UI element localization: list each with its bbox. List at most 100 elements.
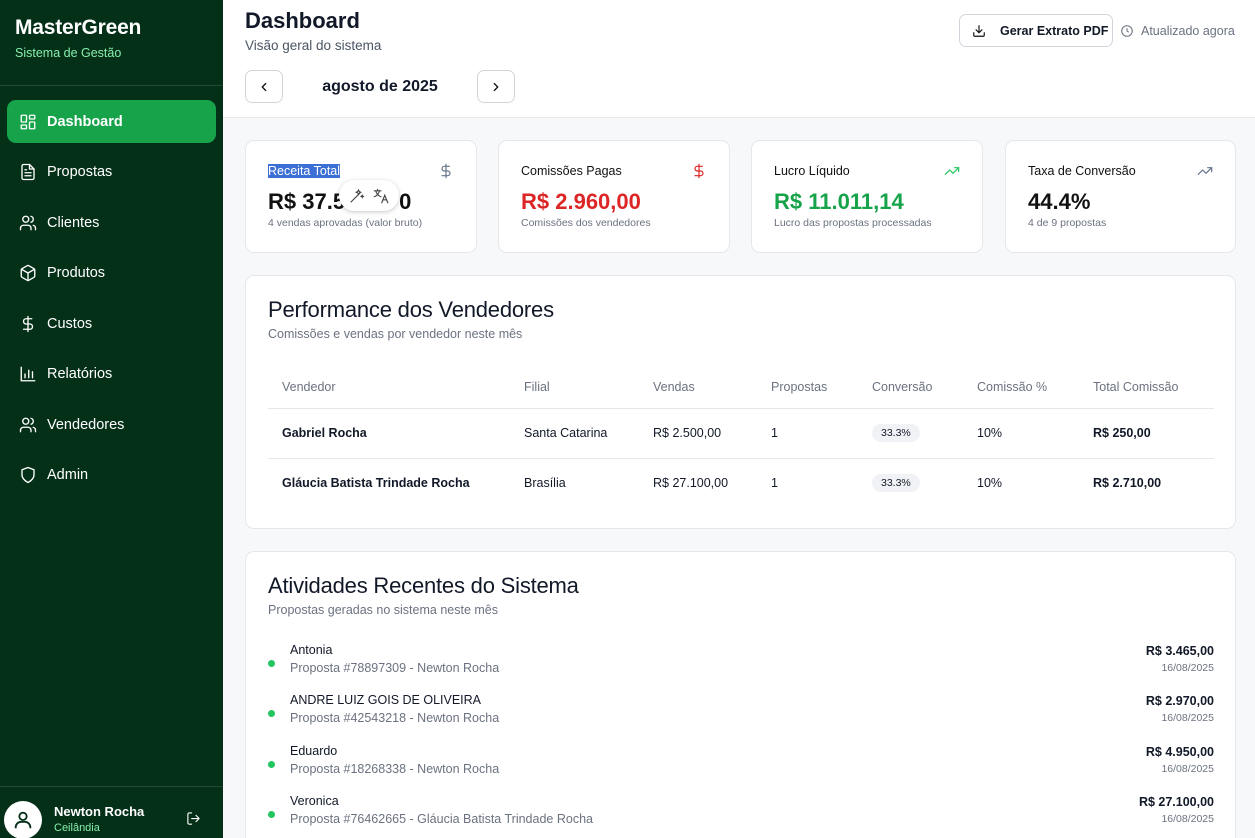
cell-comissao-pct: 10% xyxy=(977,476,1003,491)
activity-amount: R$ 27.100,00 xyxy=(1138,795,1214,809)
activity-amount: R$ 3.465,00 xyxy=(1145,644,1214,658)
column-header[interactable]: Propostas xyxy=(757,366,858,409)
month-label: agosto de 2025 xyxy=(322,77,438,95)
column-header[interactable]: Filial xyxy=(510,366,639,409)
sidebar-item-label: Relatórios xyxy=(47,366,113,382)
cell-conversao: 33.3% xyxy=(858,408,963,459)
section-subtitle: Comissões e vendas por vendedor neste mê… xyxy=(268,327,523,341)
pdf-button-label: Gerar Extrato PDF xyxy=(1000,23,1109,38)
users-icon xyxy=(19,416,37,434)
stat-desc: Comissões dos vendedores xyxy=(521,217,651,229)
column-header[interactable]: Conversão xyxy=(858,366,963,409)
activity-desc: Proposta #18268338 - Newton Rocha xyxy=(290,762,500,776)
cell-propostas: 1 xyxy=(771,476,778,491)
stat-card-lucro: Lucro Líquido R$ 11.011,14 Lucro das pro… xyxy=(751,140,983,253)
cell-comissao-pct: 10% xyxy=(963,408,1079,459)
status-dot xyxy=(268,710,275,717)
stat-card-conversao: Taxa de Conversão 44.4% 4 de 9 propostas xyxy=(1005,140,1236,253)
clock-icon xyxy=(1121,25,1133,37)
stat-label: Lucro Líquido xyxy=(774,164,850,178)
conversion-badge: 33.3% xyxy=(872,474,920,493)
sidebar-item-label: Produtos xyxy=(47,265,106,281)
prev-month-button[interactable] xyxy=(245,70,283,103)
stat-label: Receita Total xyxy=(268,164,341,178)
sidebar-item-label: Dashboard xyxy=(47,113,123,130)
translate-icon[interactable] xyxy=(372,187,390,205)
activity-desc: Proposta #76462665 - Gláucia Batista Tri… xyxy=(290,812,593,826)
activity-date: 16/08/2025 xyxy=(1161,712,1214,724)
page-subtitle: Visão geral do sistema xyxy=(245,38,382,53)
sidebar-item-label: Custos xyxy=(47,315,93,332)
box-icon xyxy=(19,264,37,282)
stat-label: Taxa de Conversão xyxy=(1028,164,1136,178)
activity-amount: R$ 2.970,00 xyxy=(1145,694,1214,708)
sidebar-item-vendedores[interactable]: Vendedores xyxy=(7,403,216,446)
logout-icon xyxy=(187,812,200,825)
stat-desc: 4 de 9 propostas xyxy=(1028,217,1107,229)
cell-filial: Brasília xyxy=(524,476,566,491)
users-icon xyxy=(19,214,37,232)
user-name: Newton Rocha xyxy=(54,803,145,819)
stat-label: Comissões Pagas xyxy=(521,164,622,178)
shield-icon xyxy=(19,466,37,484)
activity-name: Antonia xyxy=(290,643,333,657)
table-row[interactable]: Gláucia Batista Trindade Rocha Brasília … xyxy=(268,458,1214,508)
cell-propostas: 1 xyxy=(757,408,858,459)
list-item[interactable]: Antonia Proposta #78897309 - Newton Roch… xyxy=(268,643,1214,687)
stat-value: 44.4% xyxy=(1028,189,1091,214)
avatar[interactable] xyxy=(4,800,42,838)
activity-name: Eduardo xyxy=(290,744,338,758)
logout-button[interactable] xyxy=(186,811,201,831)
sidebar-item-dashboard[interactable]: Dashboard xyxy=(7,100,216,143)
user-box: Newton Rocha Ceilândia xyxy=(0,786,223,838)
list-item[interactable]: Veronica Proposta #76462665 - Gláucia Ba… xyxy=(268,794,1214,838)
stat-value-tail: 0 xyxy=(399,189,412,214)
section-title: Performance dos Vendedores xyxy=(268,297,554,322)
generate-pdf-button[interactable]: Gerar Extrato PDF xyxy=(959,14,1113,47)
sidebar-item-produtos[interactable]: Produtos xyxy=(7,252,216,295)
status-dot xyxy=(268,761,275,768)
sidebar-item-admin[interactable]: Admin xyxy=(7,454,216,497)
activity-date: 16/08/2025 xyxy=(1161,763,1214,775)
list-item[interactable]: ANDRE LUIZ GOIS DE OLIVEIRA Proposta #42… xyxy=(268,693,1214,737)
trending-up-icon xyxy=(944,163,960,179)
performance-table: Vendedor Filial Vendas Propostas Convers… xyxy=(268,366,1214,508)
download-icon xyxy=(973,24,985,37)
cell-total-comissao: R$ 2.710,00 xyxy=(1093,476,1162,491)
sidebar-item-clientes[interactable]: Clientes xyxy=(7,201,216,244)
stat-desc: 4 vendas aprovadas (valor bruto) xyxy=(268,217,423,229)
stat-card-receita: Receita Total R$ 37.5 0 4 vendas aprovada… xyxy=(245,140,477,253)
column-header[interactable]: Vendedor xyxy=(268,366,510,409)
column-header[interactable]: Vendas xyxy=(639,366,757,409)
sidebar-item-label: Admin xyxy=(47,467,89,483)
stat-card-comissoes: Comissões Pagas R$ 2.960,00 Comissões do… xyxy=(498,140,730,253)
cell-vendedor: Gláucia Batista Trindade Rocha xyxy=(282,476,470,491)
stat-value: R$ 11.011,14 xyxy=(774,189,904,214)
stat-desc: Lucro das propostas processadas xyxy=(774,217,932,229)
activity-desc: Proposta #78897309 - Newton Rocha xyxy=(290,661,500,675)
app-subtitle: Sistema de Gestão xyxy=(15,46,122,60)
dollar-icon xyxy=(19,315,37,333)
cell-conversao: 33.3% xyxy=(858,458,963,508)
cell-total-comissao: R$ 250,00 xyxy=(1079,408,1214,459)
user-info: Newton Rocha Ceilândia xyxy=(54,804,144,834)
table-row[interactable]: Gabriel Rocha Santa Catarina R$ 2.500,00… xyxy=(268,408,1214,459)
magic-wand-icon[interactable] xyxy=(348,187,366,205)
brand: MasterGreen Sistema de Gestão xyxy=(0,0,223,86)
column-header[interactable]: Total Comissão xyxy=(1079,366,1214,409)
bar-chart-icon xyxy=(19,365,37,383)
sidebar-item-custos[interactable]: Custos xyxy=(7,302,216,345)
trending-up-icon xyxy=(1197,163,1213,179)
cell-vendedor: Gabriel Rocha xyxy=(268,408,510,459)
list-item[interactable]: Eduardo Proposta #18268338 - Newton Roch… xyxy=(268,744,1214,788)
sidebar-item-propostas[interactable]: Propostas xyxy=(7,151,216,194)
next-month-button[interactable] xyxy=(477,70,515,103)
sidebar-item-label: Clientes xyxy=(47,214,100,231)
chevron-left-icon xyxy=(261,82,267,91)
sidebar-nav: Dashboard Propostas Clientes Produtos Cu… xyxy=(0,86,223,497)
column-header[interactable]: Comissão % xyxy=(963,366,1079,409)
user-icon xyxy=(14,811,32,828)
sidebar-item-relatorios[interactable]: Relatórios xyxy=(7,353,216,396)
sidebar-item-label: Vendedores xyxy=(47,416,125,433)
stat-value-visible: R$ 37.5 xyxy=(268,189,346,214)
